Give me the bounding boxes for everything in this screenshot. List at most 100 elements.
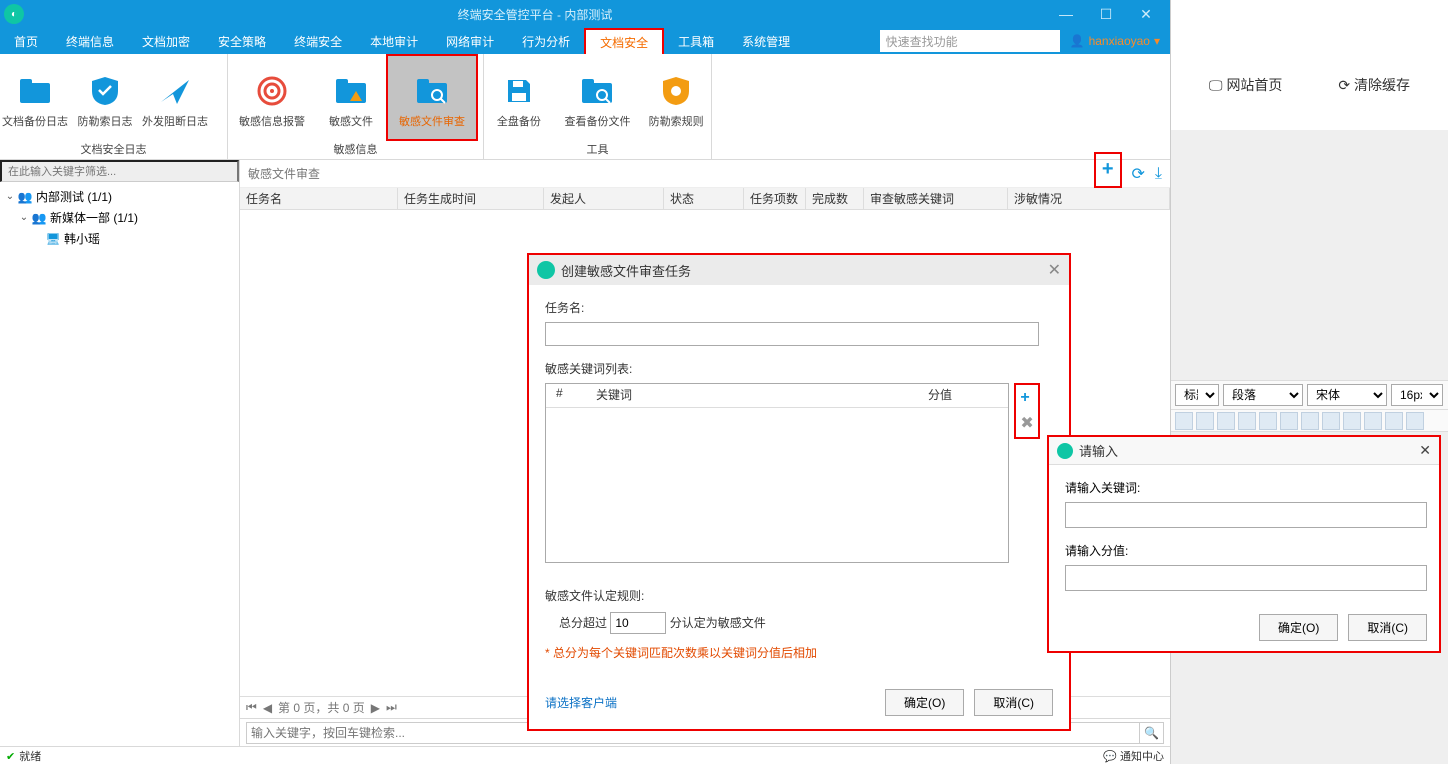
ribbon-full-backup[interactable]: 全盘备份 — [484, 54, 554, 141]
menu-doc-security[interactable]: 文档安全 — [584, 28, 664, 54]
monitor-icon: 🖵 — [1209, 77, 1223, 94]
breadcrumb: 敏感文件审查 — [248, 165, 320, 182]
side-select-paragraph[interactable]: 段落 — [1223, 384, 1303, 406]
input-keyword-label: 请输入关键词: — [1065, 479, 1423, 496]
keyword-table: # 关键词 分值 — [545, 383, 1009, 563]
menu-terminal-info[interactable]: 终端信息 — [52, 28, 128, 54]
toolbar-icon[interactable] — [1238, 412, 1256, 430]
menu-toolbox[interactable]: 工具箱 — [664, 28, 728, 54]
pager-prev[interactable]: ◀ — [263, 701, 272, 715]
minimize-button[interactable]: — — [1046, 2, 1086, 26]
toolbar-icon[interactable] — [1385, 412, 1403, 430]
ribbon-ransomware-log[interactable]: 防勒索日志 — [70, 54, 140, 141]
menu-doc-encrypt[interactable]: 文档加密 — [128, 28, 204, 54]
add-keyword-button[interactable]: + — [1020, 389, 1033, 407]
toolbar-icon[interactable] — [1259, 412, 1277, 430]
dialog-ok-button[interactable]: 确定(O) — [885, 689, 964, 716]
refresh-icon: ⟳ — [1338, 77, 1350, 94]
side-website-home[interactable]: 🖵网站首页 — [1209, 50, 1283, 120]
add-task-button[interactable]: + — [1102, 158, 1114, 181]
menu-home[interactable]: 首页 — [0, 28, 52, 54]
app-logo: ◐ — [4, 4, 24, 24]
folder-warn-icon — [333, 73, 369, 109]
tree-node-root[interactable]: ⌄ 👥 内部测试 (1/1) — [4, 186, 235, 207]
dialog-title: 请输入 — [1079, 441, 1118, 460]
folder-search-icon — [414, 73, 450, 109]
chat-icon: 💬 — [1103, 751, 1117, 763]
menu-behavior-analysis[interactable]: 行为分析 — [508, 28, 584, 54]
chevron-down-icon: ⌄ — [4, 191, 16, 202]
dialog-close-button[interactable]: ✕ — [1419, 442, 1431, 459]
dialog-logo-icon — [537, 261, 555, 279]
toolbar-icon[interactable] — [1217, 412, 1235, 430]
ribbon-sensitive-review[interactable]: 敏感文件审查 — [386, 54, 478, 141]
user-name: hanxiaoyao — [1089, 34, 1150, 48]
remove-keyword-button[interactable]: ✖ — [1020, 413, 1033, 433]
close-button[interactable]: ✕ — [1126, 2, 1166, 26]
dialog-logo-icon — [1057, 443, 1073, 459]
toolbar-icon[interactable] — [1322, 412, 1340, 430]
dialog-close-button[interactable]: ✕ — [1048, 260, 1061, 280]
rule-label: 敏感文件认定规则: — [545, 587, 1053, 604]
function-search-input[interactable]: 快速查找功能 — [880, 30, 1060, 52]
users-icon: 👥 — [30, 211, 48, 225]
shield-icon — [87, 73, 123, 109]
menu-system-mgmt[interactable]: 系统管理 — [728, 28, 804, 54]
dialog-cancel-button[interactable]: 取消(C) — [974, 689, 1053, 716]
pager-next[interactable]: ▶ — [371, 701, 380, 715]
ribbon-sensitive-alert[interactable]: 敏感信息报警 — [228, 54, 316, 141]
side-select-title[interactable]: 标题 — [1175, 384, 1219, 406]
ribbon-ransomware-rules[interactable]: 防勒索规则 — [641, 54, 711, 141]
toolbar-icon[interactable] — [1196, 412, 1214, 430]
user-menu[interactable]: 👤 hanxiaoyao ▾ — [1060, 34, 1170, 48]
ribbon-outgoing-block-log[interactable]: 外发阻断日志 — [140, 54, 210, 141]
send-icon — [157, 73, 193, 109]
pager-text: 第 0 页，共 0 页 — [278, 699, 365, 716]
ribbon-group-label: 敏感信息 — [228, 141, 483, 159]
toolbar-icon[interactable] — [1175, 412, 1193, 430]
table-header: 任务名 任务生成时间 发起人 状态 任务项数 完成数 审查敏感关键词 涉敏情况 — [240, 188, 1170, 210]
export-button[interactable]: ⤓ — [1155, 165, 1162, 183]
taskname-label: 任务名: — [545, 299, 1053, 316]
save-icon — [501, 73, 537, 109]
toolbar-icon[interactable] — [1364, 412, 1382, 430]
input-keyword-field[interactable] — [1065, 502, 1427, 528]
chevron-down-icon: ▾ — [1154, 34, 1160, 48]
toolbar-icon[interactable] — [1406, 412, 1424, 430]
input-cancel-button[interactable]: 取消(C) — [1348, 614, 1427, 641]
side-clear-cache[interactable]: ⟳清除缓存 — [1338, 50, 1410, 120]
pager-last[interactable]: ⏭ — [386, 700, 397, 715]
toolbar-icon[interactable] — [1301, 412, 1319, 430]
select-client-link[interactable]: 请选择客户端 — [545, 694, 617, 711]
ribbon-sensitive-files[interactable]: 敏感文件 — [316, 54, 386, 141]
taskname-input[interactable] — [545, 322, 1039, 346]
ribbon-view-backup[interactable]: 查看备份文件 — [554, 54, 642, 141]
dialog-title: 创建敏感文件审查任务 — [561, 261, 691, 280]
score-threshold-input[interactable] — [610, 612, 666, 634]
menu-local-audit[interactable]: 本地审计 — [356, 28, 432, 54]
tree-filter-input[interactable] — [0, 160, 239, 182]
menu-network-audit[interactable]: 网络审计 — [432, 28, 508, 54]
side-select-font[interactable]: 宋体 — [1307, 384, 1387, 406]
refresh-button[interactable]: ⟳ — [1132, 164, 1145, 184]
ribbon-doc-backup-log[interactable]: 文档备份日志 — [0, 54, 70, 141]
input-score-field[interactable] — [1065, 565, 1427, 591]
notification-center[interactable]: 💬 通知中心 — [1103, 748, 1164, 764]
tree-node-user[interactable]: 🖥 韩小瑶 — [4, 228, 235, 249]
menu-terminal-security[interactable]: 终端安全 — [280, 28, 356, 54]
monitor-icon: 🖥 — [44, 232, 62, 246]
chevron-down-icon: ⌄ — [18, 212, 30, 223]
users-icon: 👥 — [16, 190, 34, 204]
tree-node-dept[interactable]: ⌄ 👥 新媒体一部 (1/1) — [4, 207, 235, 228]
input-score-label: 请输入分值: — [1065, 542, 1423, 559]
rule-note: * 总分为每个关键词匹配次数乘以关键词分值后相加 — [545, 644, 1053, 661]
side-select-size[interactable]: 16px — [1391, 384, 1443, 406]
pager-first[interactable]: ⏮ — [246, 700, 257, 715]
toolbar-icon[interactable] — [1280, 412, 1298, 430]
toolbar-icon[interactable] — [1343, 412, 1361, 430]
menu-security-policy[interactable]: 安全策略 — [204, 28, 280, 54]
maximize-button[interactable]: ☐ — [1086, 2, 1126, 26]
input-ok-button[interactable]: 确定(O) — [1259, 614, 1338, 641]
search-button[interactable]: 🔍 — [1140, 722, 1164, 744]
status-ready: 就绪 — [19, 751, 41, 763]
